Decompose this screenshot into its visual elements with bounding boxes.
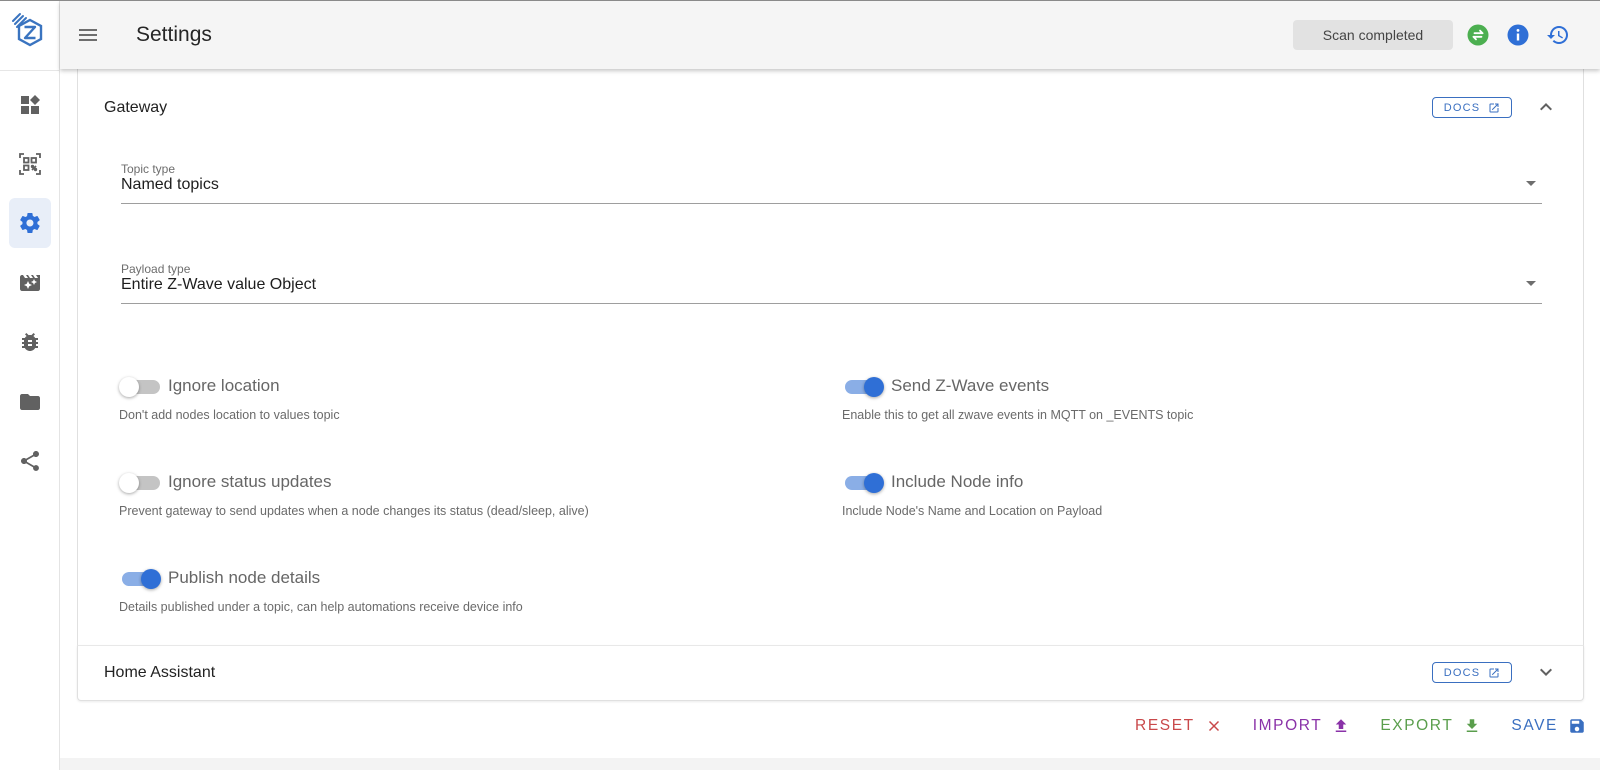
send-zwave-events-hint: Enable this to get all zwave events in M… <box>842 408 1194 422</box>
sidebar-item-dashboard[interactable] <box>9 80 51 130</box>
toggle-ignore-location: Ignore location Don't add nodes location… <box>119 373 769 423</box>
reset-label: RESET <box>1135 717 1195 734</box>
sidebar-item-settings[interactable] <box>9 198 51 248</box>
docs-label: DOCS <box>1443 666 1481 679</box>
toggle-publish-node-details: Publish node details Details published u… <box>119 565 769 615</box>
qr-scan-icon <box>19 153 41 175</box>
sidebar-divider <box>0 70 59 71</box>
chevron-up-icon <box>1540 103 1552 111</box>
gateway-panel: Gateway DOCS Topic type Named topics Pay… <box>77 69 1584 645</box>
folder-icon <box>20 394 40 410</box>
ignore-status-updates-label: Ignore status updates <box>168 472 332 491</box>
payload-type-value: Entire Z-Wave value Object <box>121 276 317 293</box>
publish-node-details-switch[interactable] <box>119 567 163 591</box>
app-bar: Settings Scan completed <box>60 1 1600 69</box>
topic-type-select[interactable]: Topic type Named topics <box>121 162 1542 204</box>
dashboard-icon <box>21 95 40 114</box>
home-assistant-panel[interactable]: Home Assistant DOCS <box>77 645 1584 701</box>
ignore-location-hint: Don't add nodes location to values topic <box>119 408 340 422</box>
export-button[interactable]: EXPORT <box>1380 717 1481 735</box>
ignore-status-updates-switch[interactable] <box>119 471 163 495</box>
gateway-collapse-button[interactable] <box>1534 95 1558 119</box>
save-label: SAVE <box>1511 717 1558 734</box>
payload-type-label: Payload type <box>121 262 191 276</box>
gateway-panel-title[interactable]: Gateway <box>104 99 167 117</box>
ignore-location-switch[interactable] <box>119 375 163 399</box>
ignore-location-label: Ignore location <box>168 376 280 395</box>
reset-button[interactable]: RESET <box>1135 717 1223 735</box>
dropdown-arrow-icon <box>1526 181 1536 186</box>
import-label: IMPORT <box>1252 717 1323 734</box>
share-icon <box>21 451 39 471</box>
include-node-info-hint: Include Node's Name and Location on Payl… <box>842 504 1103 518</box>
close-icon <box>1208 720 1219 732</box>
export-label: EXPORT <box>1380 717 1454 734</box>
switch-thumb <box>119 377 139 397</box>
ignore-status-updates-hint: Prevent gateway to send updates when a n… <box>119 504 589 518</box>
page-title: Settings <box>136 23 212 46</box>
swap-arrows-icon <box>1467 24 1489 46</box>
info-button[interactable] <box>1506 23 1530 47</box>
floppy-disk-icon <box>1570 719 1584 733</box>
include-node-info-switch[interactable] <box>842 471 886 495</box>
swap-button[interactable] <box>1466 23 1490 47</box>
sidebar-item-network-graph[interactable] <box>9 436 51 486</box>
topic-type-value: Named topics <box>121 176 219 193</box>
info-icon <box>1507 24 1529 46</box>
docs-label: DOCS <box>1443 101 1481 114</box>
open-in-new-icon <box>1489 103 1499 112</box>
chevron-down-icon <box>1540 668 1552 676</box>
sidebar-item-debug[interactable] <box>9 317 51 367</box>
history-icon <box>1547 26 1568 44</box>
sidebar-item-smart-start[interactable] <box>9 139 51 189</box>
payload-type-select[interactable]: Payload type Entire Z-Wave value Object <box>121 262 1542 304</box>
sidebar-item-store[interactable] <box>9 377 51 427</box>
gateway-docs-button[interactable]: DOCS <box>1432 97 1512 118</box>
settings-content: Gateway DOCS Topic type Named topics Pay… <box>60 69 1600 758</box>
upload-icon <box>1336 719 1347 732</box>
home-assistant-docs-button[interactable]: DOCS <box>1432 662 1512 683</box>
toggle-send-zwave-events: Send Z-Wave events Enable this to get al… <box>842 373 1492 423</box>
sidebar-item-scenes[interactable] <box>9 258 51 308</box>
switch-thumb <box>119 473 139 493</box>
open-in-new-icon <box>1489 668 1499 677</box>
toggle-include-node-info: Include Node info Include Node's Name an… <box>842 469 1492 519</box>
dropdown-arrow-icon <box>1526 281 1536 286</box>
bug-icon <box>22 333 38 351</box>
switch-thumb <box>141 569 161 589</box>
zwave-logo-icon <box>12 13 43 47</box>
sidebar <box>0 0 60 770</box>
movie-filter-icon <box>20 275 40 291</box>
switch-thumb <box>864 377 884 397</box>
save-button[interactable]: SAVE <box>1511 717 1586 735</box>
home-assistant-expand-button[interactable] <box>1534 660 1558 684</box>
history-button[interactable] <box>1546 23 1570 47</box>
publish-node-details-hint: Details published under a topic, can hel… <box>119 600 523 614</box>
send-zwave-events-switch[interactable] <box>842 375 886 399</box>
toggle-ignore-status-updates: Ignore status updates Prevent gateway to… <box>119 469 769 519</box>
download-icon <box>1467 719 1478 732</box>
status-chip: Scan completed <box>1293 20 1453 50</box>
publish-node-details-label: Publish node details <box>168 568 321 587</box>
app-logo[interactable] <box>10 12 50 52</box>
send-zwave-events-label: Send Z-Wave events <box>891 376 1050 395</box>
action-bar: RESET IMPORT EXPORT SAVE <box>1135 717 1586 735</box>
topic-type-label: Topic type <box>121 162 176 176</box>
include-node-info-label: Include Node info <box>891 472 1024 491</box>
window-top-border <box>0 0 1600 1</box>
menu-button[interactable] <box>76 23 100 47</box>
hamburger-menu-icon <box>79 29 97 41</box>
import-button[interactable]: IMPORT <box>1253 717 1351 735</box>
gear-icon <box>20 213 40 234</box>
footer-strip <box>60 758 1600 770</box>
home-assistant-panel-title[interactable]: Home Assistant <box>104 664 215 682</box>
switch-thumb <box>864 473 884 493</box>
